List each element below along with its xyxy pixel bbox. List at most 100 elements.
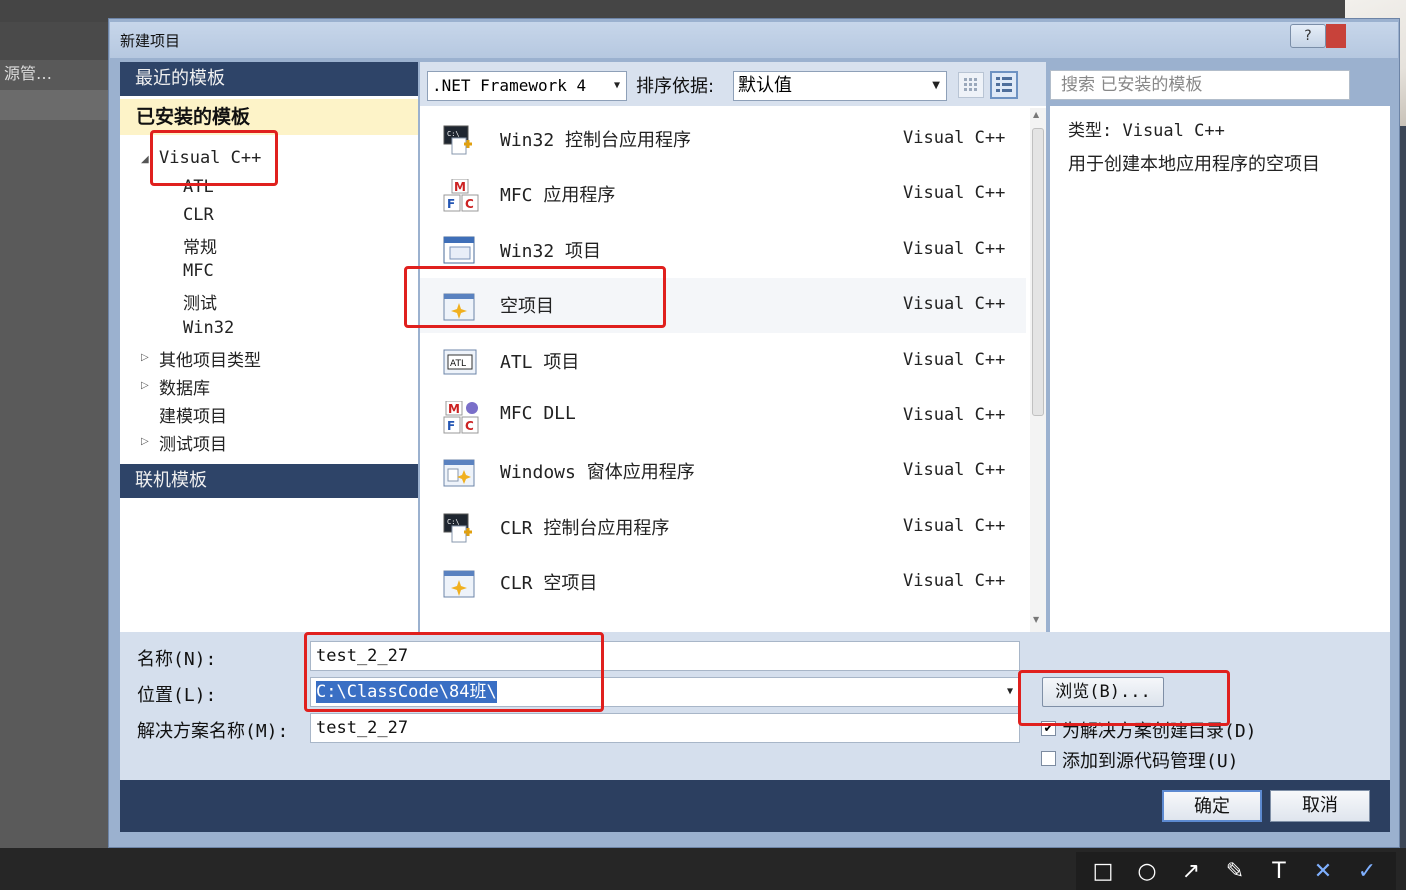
- svg-text:C:\: C:\: [447, 518, 460, 526]
- close-button[interactable]: [1326, 24, 1346, 48]
- arrow-icon[interactable]: ↗: [1176, 858, 1206, 886]
- console-app-icon: C:\: [442, 124, 480, 158]
- recent-templates-header[interactable]: 最近的模板: [120, 62, 418, 96]
- svg-text:C:\: C:\: [447, 130, 460, 138]
- tree-item[interactable]: 其他项目类型: [159, 346, 261, 371]
- chevron-down-icon: ▼: [932, 80, 940, 91]
- template-name: Win32 项目: [500, 240, 602, 262]
- sort-dropdown[interactable]: 默认值 ▼: [733, 71, 947, 101]
- svg-text:C: C: [465, 419, 474, 433]
- tree-item[interactable]: 测试: [183, 289, 217, 314]
- chevron-down-icon[interactable]: ▼: [1007, 678, 1013, 706]
- brush-icon[interactable]: ✎: [1220, 858, 1250, 886]
- source-control-checkbox[interactable]: [1041, 751, 1056, 766]
- template-name: ATL 项目: [500, 351, 580, 373]
- svg-text:M: M: [448, 402, 460, 416]
- mfc-icon: MFC: [442, 178, 480, 213]
- template-language: Visual C++: [903, 460, 1006, 481]
- name-label: 名称(N):: [137, 649, 217, 670]
- rectangle-icon[interactable]: □: [1088, 858, 1118, 886]
- svg-text:ATL: ATL: [450, 359, 466, 369]
- ide-side-panel: [0, 90, 112, 120]
- circle-icon[interactable]: ○: [1132, 858, 1162, 886]
- annotation-browse: [1018, 670, 1230, 726]
- ide-side-panel-tab[interactable]: 源管…: [0, 60, 112, 90]
- template-row[interactable]: ATL ATL 项目 Visual C++: [420, 334, 1026, 389]
- text-icon[interactable]: T: [1264, 858, 1294, 886]
- svg-text:M: M: [454, 180, 466, 194]
- template-language: Visual C++: [903, 405, 1006, 425]
- location-label: 位置(L):: [137, 685, 217, 706]
- template-language: Visual C++: [903, 515, 1006, 536]
- small-icons-view-icon[interactable]: [958, 72, 984, 98]
- template-list: C:\ Win32 控制台应用程序 Visual C++ M F C MFC 应用程序 Vis…: [420, 106, 1046, 632]
- template-row[interactable]: C:\ CLR 控制台应用程序 Visual C++: [420, 500, 1026, 555]
- tree-item[interactable]: 数据库: [159, 374, 210, 399]
- sort-value: 默认值: [738, 75, 792, 96]
- annotation-name-location: [304, 632, 604, 712]
- tree-expander-icon[interactable]: ▷: [141, 436, 149, 447]
- solution-name-input[interactable]: test_2_27: [310, 713, 1020, 743]
- svg-text:C: C: [465, 197, 474, 211]
- tree-item[interactable]: CLR: [183, 205, 214, 225]
- template-row[interactable]: M F C MFC DLL Visual C++: [420, 389, 1026, 444]
- template-name: Windows 窗体应用程序: [500, 462, 695, 484]
- template-row[interactable]: C:\ Win32 控制台应用程序 Visual C++: [420, 112, 1026, 167]
- empty-project-icon: [442, 567, 480, 601]
- template-language: Visual C++: [903, 183, 1006, 204]
- svg-text:F: F: [447, 197, 455, 211]
- confirm-icon[interactable]: ✓: [1352, 858, 1382, 886]
- ide-background: [0, 120, 112, 850]
- dialog-title-bar[interactable]: [110, 22, 1398, 58]
- ok-button[interactable]: 确定: [1162, 790, 1262, 822]
- scroll-down-icon[interactable]: ▼: [1033, 615, 1039, 624]
- cancel-icon[interactable]: ✕: [1308, 858, 1338, 886]
- solution-name-label: 解决方案名称(M):: [137, 721, 289, 742]
- tree-item[interactable]: 常规: [183, 233, 217, 258]
- template-name: MFC DLL: [500, 403, 576, 424]
- console-app-icon: C:\: [442, 512, 480, 546]
- tree-item[interactable]: MFC: [183, 261, 214, 281]
- template-language: Visual C++: [903, 349, 1006, 370]
- template-row[interactable]: CLR 空项目 Visual C++: [420, 555, 1026, 610]
- template-name: CLR 空项目: [500, 573, 598, 595]
- tree-item[interactable]: Win32: [183, 318, 234, 338]
- tree-expander-icon[interactable]: ▷: [141, 380, 149, 391]
- template-search-input[interactable]: 搜索 已安装的模板: [1050, 70, 1350, 100]
- cancel-button[interactable]: 取消: [1270, 790, 1370, 822]
- ide-toolbar: [0, 22, 112, 60]
- svg-text:F: F: [447, 419, 455, 433]
- template-language: Visual C++: [903, 294, 1006, 315]
- template-row[interactable]: Windows 窗体应用程序 Visual C++: [420, 444, 1026, 499]
- scrollbar-thumb[interactable]: [1032, 128, 1044, 416]
- mfc-dll-icon: MFC: [442, 400, 480, 435]
- window-app-icon: [442, 235, 480, 269]
- annotation-empty-project: [404, 266, 666, 328]
- template-language: Visual C++: [903, 238, 1006, 259]
- annotation-visual-cpp: [150, 130, 278, 186]
- tree-expander-icon[interactable]: ◢: [141, 154, 149, 165]
- help-button[interactable]: ?: [1290, 24, 1326, 48]
- sort-label: 排序依据:: [636, 76, 715, 97]
- template-row[interactable]: M F C MFC 应用程序 Visual C++: [420, 167, 1026, 222]
- tree-expander-icon[interactable]: ▷: [141, 352, 149, 363]
- template-name: CLR 控制台应用程序: [500, 517, 670, 539]
- tree-item[interactable]: 测试项目: [159, 430, 227, 455]
- atl-icon: ATL: [442, 346, 480, 380]
- tree-item[interactable]: 建模项目: [159, 402, 227, 427]
- scroll-up-icon[interactable]: ▲: [1033, 110, 1039, 119]
- chevron-down-icon: ▼: [613, 80, 620, 91]
- template-name: MFC 应用程序: [500, 185, 616, 207]
- template-details-pane: [1050, 106, 1390, 632]
- forms-app-icon: [442, 456, 480, 490]
- template-name: Win32 控制台应用程序: [500, 130, 692, 151]
- framework-value: .NET Framework 4: [432, 76, 587, 95]
- template-language: Visual C++: [903, 128, 1006, 148]
- template-description: 用于创建本地应用程序的空项目: [1068, 154, 1320, 175]
- online-templates-header[interactable]: 联机模板: [120, 464, 418, 498]
- template-type: 类型: Visual C++: [1068, 121, 1225, 141]
- template-language: Visual C++: [903, 571, 1006, 592]
- source-control-label: 添加到源代码管理(U): [1062, 751, 1239, 772]
- medium-icons-view-icon[interactable]: [990, 71, 1018, 99]
- framework-dropdown[interactable]: .NET Framework 4 ▼: [427, 71, 627, 101]
